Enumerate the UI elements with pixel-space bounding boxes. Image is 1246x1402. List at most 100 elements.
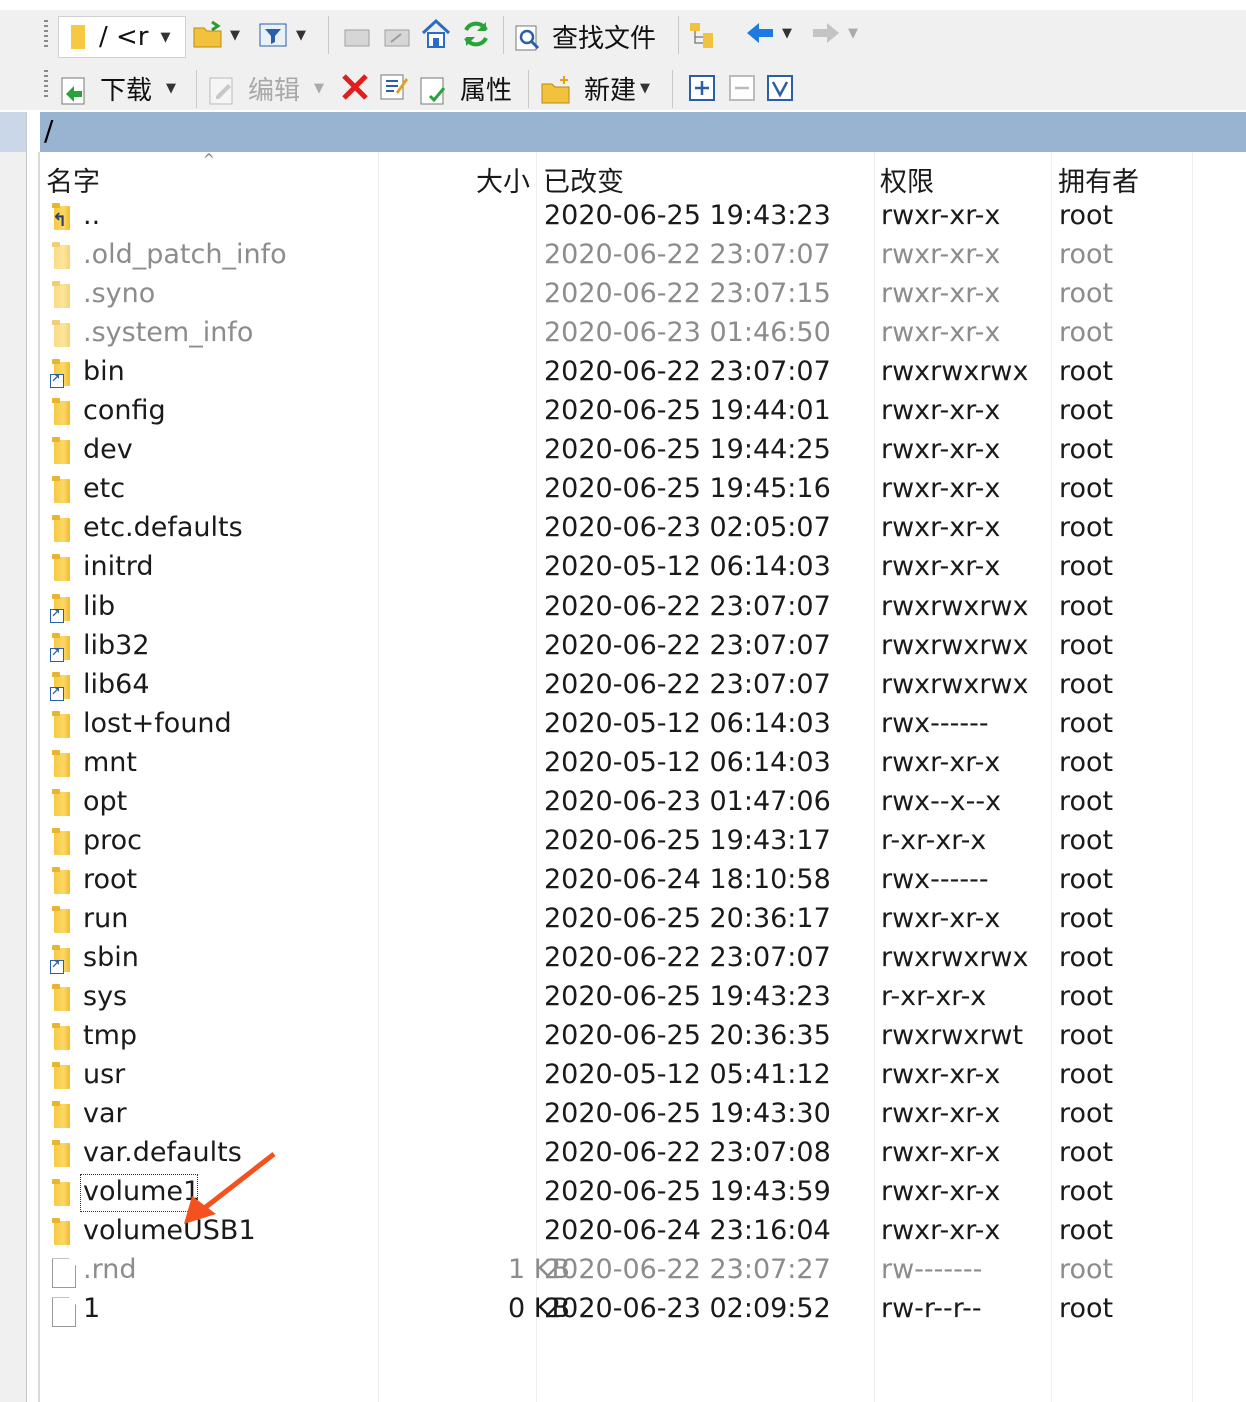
toolbar-separator (528, 70, 529, 108)
cell-name: .system_info (83, 317, 254, 349)
table-row[interactable]: .old_patch_info 2020-06-22 23:07:07 rwxr-x… (40, 237, 1246, 276)
cell-permissions: rwxrwxrwx (881, 356, 1029, 388)
table-row[interactable]: .syno 2020-06-22 23:07:15 rwxr-xr-x root (40, 276, 1246, 315)
cell-permissions: rwxr-xr-x (881, 317, 1001, 349)
cell-owner: root (1059, 551, 1114, 583)
table-row[interactable]: lib64 2020-06-22 23:07:07 rwxrwxrwx root (40, 667, 1246, 706)
table-row[interactable]: root 2020-06-24 18:10:58 rwx------ root (40, 862, 1246, 901)
folder-icon (50, 749, 74, 779)
back-button[interactable]: ▼ (744, 18, 792, 48)
cell-permissions: rw-r--r-- (881, 1293, 982, 1325)
column-header-size[interactable]: 大小 (476, 160, 530, 199)
find-files-icon (512, 22, 542, 52)
home-button[interactable] (420, 18, 451, 48)
table-row[interactable]: sys 2020-06-25 19:43:23 r-xr-xr-x root (40, 979, 1246, 1018)
tree-button[interactable] (688, 20, 718, 50)
table-row[interactable]: usr 2020-05-12 05:41:12 rwxr-xr-x root (40, 1057, 1246, 1096)
cell-modified: 2020-06-22 23:07:07 (544, 941, 831, 973)
chevron-down-icon[interactable]: ▼ (640, 81, 650, 96)
chevron-down-icon[interactable]: ▼ (166, 81, 176, 96)
root-directory-button[interactable] (382, 20, 412, 50)
filter-select-button[interactable] (766, 74, 796, 104)
rename-button[interactable] (378, 70, 408, 100)
cell-modified: 2020-06-23 01:46:50 (544, 317, 831, 349)
cell-permissions: rwxrwxrwx (881, 941, 1029, 973)
chevron-down-icon[interactable]: ▼ (161, 30, 171, 45)
table-row[interactable]: sbin 2020-06-22 23:07:07 rwxrwxrwx root (40, 940, 1246, 979)
table-row[interactable]: mnt 2020-05-12 06:14:03 rwxr-xr-x root (40, 745, 1246, 784)
path-combo[interactable]: / <r ▼ (58, 16, 186, 58)
directory-tree-pane[interactable] (0, 112, 27, 1402)
toolbar-grip[interactable] (44, 70, 48, 100)
table-row[interactable]: bin 2020-06-22 23:07:07 rwxrwxrwx root (40, 354, 1246, 393)
table-row[interactable]: initrd 2020-05-12 06:14:03 rwxr-xr-x root (40, 549, 1246, 588)
table-row[interactable]: 10 KB 2020-06-23 02:09:52 rw-r--r-- root (40, 1291, 1246, 1330)
table-row[interactable]: lost+found 2020-05-12 06:14:03 rwx------ ro… (40, 706, 1246, 745)
cell-name: .old_patch_info (83, 239, 287, 271)
chevron-down-icon[interactable]: ▼ (848, 26, 858, 41)
table-row[interactable]: lib32 2020-06-22 23:07:07 rwxrwxrwx root (40, 628, 1246, 667)
cell-owner: root (1059, 590, 1114, 622)
refresh-icon (460, 18, 490, 48)
download-button[interactable]: 下载 ▼ (58, 70, 176, 107)
table-row[interactable]: tmp 2020-06-25 20:36:35 rwxrwxrwt root (40, 1018, 1246, 1057)
table-row[interactable]: opt 2020-06-23 01:47:06 rwx--x--x root (40, 784, 1246, 823)
new-button[interactable]: 新建 ▼ (540, 70, 650, 107)
folder-link-icon (50, 944, 74, 974)
cell-permissions: rwxr-xr-x (881, 746, 1001, 778)
file-list[interactable]: 名字 ^ 大小 已改变 权限 拥有者 ↰.. 2020-06-25 19:43:2… (40, 152, 1246, 1402)
cell-modified: 2020-06-25 19:43:17 (544, 824, 831, 856)
chevron-down-icon[interactable]: ▼ (230, 28, 240, 43)
refresh-button[interactable] (460, 18, 490, 48)
delete-button[interactable] (340, 72, 370, 102)
directory-tree-header (0, 112, 26, 152)
table-row[interactable]: dev 2020-06-25 19:44:25 rwxr-xr-x root (40, 432, 1246, 471)
parent-directory-button[interactable] (342, 20, 372, 50)
open-directory-button[interactable]: ▼ (192, 20, 240, 50)
column-header-name[interactable]: 名字 (46, 160, 100, 199)
select-all-button[interactable] (688, 74, 718, 104)
table-row[interactable]: run 2020-06-25 20:36:17 rwxr-xr-x root (40, 901, 1246, 940)
toolbar-separator (328, 16, 329, 54)
cell-name: root (83, 863, 138, 895)
column-header-modified[interactable]: 已改变 (543, 160, 624, 199)
cell-owner: root (1059, 824, 1114, 856)
chevron-down-icon[interactable]: ▼ (296, 28, 306, 43)
edit-button[interactable]: 编辑 ▼ (206, 70, 324, 107)
cell-modified: 2020-06-22 23:07:07 (544, 590, 831, 622)
cell-name: lib32 (83, 629, 150, 661)
column-header-owner[interactable]: 拥有者 (1058, 160, 1139, 199)
filter-button[interactable]: ▼ (258, 20, 306, 50)
cell-name: opt (83, 785, 128, 817)
chevron-down-icon[interactable]: ▼ (782, 26, 792, 41)
table-row[interactable]: etc 2020-06-25 19:45:16 rwxr-xr-x root (40, 471, 1246, 510)
cell-owner: root (1059, 278, 1114, 310)
unselect-all-button[interactable] (728, 74, 758, 104)
cell-owner: root (1059, 746, 1114, 778)
cell-name: bin (83, 356, 125, 388)
folder-icon (50, 1101, 74, 1130)
toolbar-grip[interactable] (44, 20, 48, 50)
folder-tree-icon (688, 20, 718, 50)
cell-permissions: rwxr-xr-x (881, 239, 1001, 271)
find-files-button[interactable]: 查找文件 (512, 18, 656, 55)
table-row[interactable]: lib 2020-06-22 23:07:07 rwxrwxrwx root (40, 589, 1246, 628)
cell-permissions: rwxr-xr-x (881, 551, 1001, 583)
forward-button[interactable]: ▼ (810, 18, 858, 48)
table-row[interactable]: config 2020-06-25 19:44:01 rwxr-xr-x root (40, 393, 1246, 432)
table-row[interactable]: var 2020-06-25 19:43:30 rwxr-xr-x root (40, 1096, 1246, 1135)
table-row[interactable]: etc.defaults 2020-06-23 02:05:07 rwxr-xr-x… (40, 510, 1246, 549)
table-row[interactable]: ↰.. 2020-06-25 19:43:23 rwxr-xr-x root (40, 198, 1246, 237)
properties-icon (418, 74, 448, 104)
table-row[interactable]: .rnd 1 KB 2020-06-22 23:07:27 rw------- root (40, 1252, 1246, 1291)
table-row[interactable]: .system_info 2020-06-23 01:46:50 rwxr-xr-x… (40, 315, 1246, 354)
cell-owner: root (1059, 1020, 1114, 1052)
folder-icon (50, 242, 74, 271)
chevron-down-icon[interactable]: ▼ (314, 81, 324, 96)
column-header-permissions[interactable]: 权限 (880, 160, 934, 199)
properties-button[interactable]: 属性 (418, 70, 512, 107)
table-row[interactable]: proc 2020-06-25 19:43:17 r-xr-xr-x root (40, 823, 1246, 862)
cell-permissions: rwxrwxrwx (881, 629, 1029, 661)
cell-permissions: rwxr-xr-x (881, 1215, 1001, 1247)
cell-name: .. (83, 200, 101, 231)
